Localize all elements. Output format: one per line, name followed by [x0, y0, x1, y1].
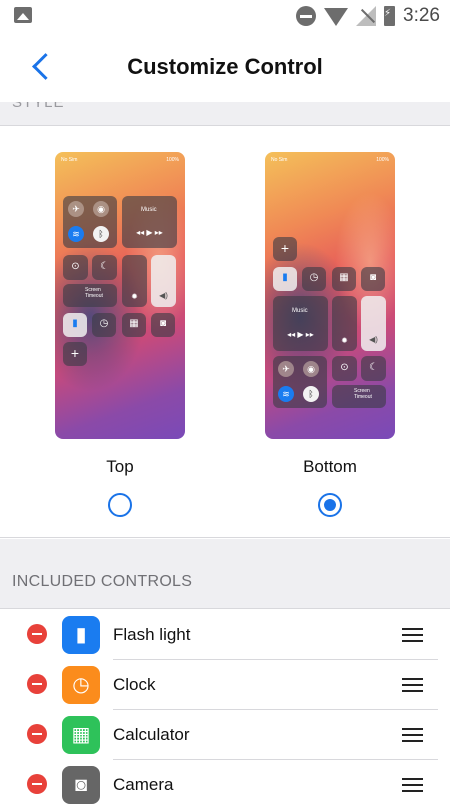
preview-carrier: No Sim: [271, 157, 288, 163]
list-item: ▦ Calculator: [0, 710, 450, 760]
top-style-preview[interactable]: No Sim 100% ✈ ◉ ≋ ᛒ Music ◂◂ ▶ ▸▸ ⊙ ☾ ✹ ◀…: [55, 152, 185, 439]
included-controls-header: INCLUDED CONTROLS: [0, 539, 450, 609]
screen-timeout-label: Screen Timeout: [354, 388, 372, 400]
camera-mini-icon: ◙: [159, 318, 167, 329]
page-title: Customize Control: [127, 54, 323, 79]
remove-calculator-button[interactable]: [27, 724, 47, 744]
clock-icon: ◷: [62, 666, 100, 704]
moon-icon: ☾: [100, 261, 109, 272]
wifi-toggle-icon: ≋: [68, 226, 84, 242]
list-item: ◙ Camera: [0, 760, 450, 810]
battery-charging-icon: [384, 6, 396, 26]
remove-camera-button[interactable]: [27, 774, 47, 794]
clock-mini-icon: ◷: [309, 272, 319, 283]
cellular-icon: ◉: [303, 361, 319, 377]
brightness-icon: ✹: [341, 336, 348, 345]
flashlight-mini-icon: ▮: [72, 318, 78, 329]
app-header: Customize Control: [0, 32, 450, 102]
camera-icon: ◙: [62, 766, 100, 804]
control-label: Flash light: [113, 625, 191, 644]
bluetooth-icon: ᛒ: [303, 386, 319, 402]
rotation-lock-icon: ⊙: [340, 362, 349, 373]
control-label: Calculator: [113, 725, 190, 744]
control-label: Camera: [113, 775, 174, 794]
calculator-mini-icon: ▦: [129, 318, 139, 329]
style-options: No Sim 100% ✈ ◉ ≋ ᛒ Music ◂◂ ▶ ▸▸ ⊙ ☾ ✹ ◀…: [0, 126, 450, 538]
music-tile: [273, 296, 328, 351]
screen-timeout-label: Screen Timeout: [85, 287, 103, 299]
image-notification-icon: [14, 7, 32, 23]
wifi-toggle-icon: ≋: [278, 386, 294, 402]
control-label: Clock: [113, 675, 156, 694]
top-option-radio[interactable]: [108, 493, 132, 517]
volume-icon: ◀): [369, 335, 378, 344]
status-time: 3:26: [403, 5, 440, 26]
drag-handle-icon[interactable]: [402, 628, 423, 642]
bottom-style-preview[interactable]: No Sim 100% + ▮ ◷ ▦ ◙ Music ◂◂ ▶ ▸▸ ✹ ◀) …: [265, 152, 395, 439]
list-item: ▮ Flash light: [0, 610, 450, 660]
no-signal-icon: [356, 6, 377, 26]
style-section-header: STYLE: [0, 102, 450, 126]
preview-battery: 100%: [166, 157, 179, 163]
camera-mini-icon: ◙: [369, 272, 377, 283]
cellular-icon: ◉: [93, 201, 109, 217]
music-tile: [122, 196, 177, 248]
included-controls-heading: INCLUDED CONTROLS: [12, 573, 193, 590]
music-controls: ◂◂ ▶ ▸▸: [136, 228, 163, 237]
calculator-mini-icon: ▦: [339, 272, 349, 283]
remove-flashlight-button[interactable]: [27, 624, 47, 644]
drag-handle-icon[interactable]: [402, 778, 423, 792]
drag-handle-icon[interactable]: [402, 678, 423, 692]
music-controls: ◂◂ ▶ ▸▸: [287, 330, 314, 339]
style-section-heading: STYLE: [12, 102, 65, 111]
moon-icon: ☾: [369, 362, 378, 373]
flashlight-icon: ▮: [62, 616, 100, 654]
airplane-icon: ✈: [68, 201, 84, 217]
music-label: Music: [141, 207, 157, 213]
drag-handle-icon[interactable]: [402, 728, 423, 742]
volume-icon: ◀): [159, 291, 168, 300]
music-label: Music: [292, 308, 308, 314]
preview-battery: 100%: [376, 157, 389, 163]
preview-carrier: No Sim: [61, 157, 78, 163]
included-controls-list: ▮ Flash light ◷ Clock ▦ Calculator ◙ Cam…: [0, 610, 450, 810]
bottom-option-radio[interactable]: [318, 493, 342, 517]
plus-icon: +: [280, 240, 290, 256]
brightness-icon: ✹: [131, 292, 138, 301]
clock-mini-icon: ◷: [99, 318, 109, 329]
airplane-icon: ✈: [278, 361, 294, 377]
top-option-label: Top: [106, 457, 134, 476]
bottom-option-label: Bottom: [303, 457, 357, 476]
do-not-disturb-icon: [296, 6, 317, 26]
status-bar: 3:26: [0, 0, 450, 32]
remove-clock-button[interactable]: [27, 674, 47, 694]
rotation-lock-icon: ⊙: [71, 261, 80, 272]
flashlight-mini-icon: ▮: [282, 272, 288, 283]
list-item: ◷ Clock: [0, 660, 450, 710]
plus-icon: +: [70, 345, 80, 361]
wifi-icon: [324, 8, 349, 26]
bluetooth-icon: ᛒ: [93, 226, 109, 242]
calculator-icon: ▦: [62, 716, 100, 754]
